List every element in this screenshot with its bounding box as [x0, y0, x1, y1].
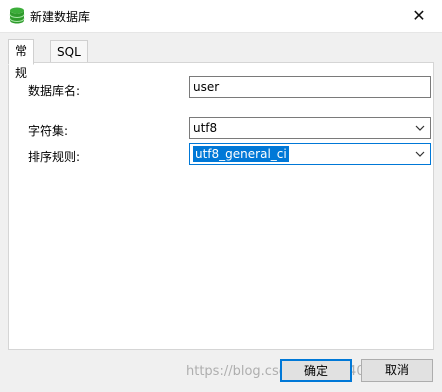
- charset-value: utf8: [193, 121, 218, 135]
- cancel-button[interactable]: 取消: [361, 359, 433, 382]
- general-panel: 数据库名: user 字符集: utf8 排序规则: utf8_general_…: [8, 62, 434, 350]
- collation-label: 排序规则:: [28, 150, 81, 164]
- db-name-field[interactable]: user: [189, 76, 431, 98]
- close-button[interactable]: ✕: [396, 0, 442, 32]
- collation-value: utf8_general_ci: [193, 146, 289, 162]
- charset-select[interactable]: utf8: [189, 117, 431, 139]
- charset-label: 字符集:: [28, 124, 69, 138]
- ok-button[interactable]: 确定: [280, 359, 352, 382]
- title-bar: 新建数据库 ✕: [0, 0, 442, 33]
- tab-general[interactable]: 常规: [8, 39, 35, 80]
- database-icon: [9, 7, 25, 24]
- chevron-down-icon: [415, 125, 425, 131]
- chevron-down-icon: [415, 151, 425, 157]
- new-database-dialog: 新建数据库 ✕ 常规 SQL 预览 数据库名: user 字符集: utf8 排…: [0, 0, 442, 392]
- window-title: 新建数据库: [30, 10, 91, 24]
- db-name-label: 数据库名:: [28, 84, 81, 98]
- collation-select[interactable]: utf8_general_ci: [189, 143, 431, 165]
- db-name-value: user: [193, 80, 220, 94]
- close-icon: ✕: [412, 6, 426, 25]
- tab-sql-preview[interactable]: SQL 预览: [50, 40, 88, 103]
